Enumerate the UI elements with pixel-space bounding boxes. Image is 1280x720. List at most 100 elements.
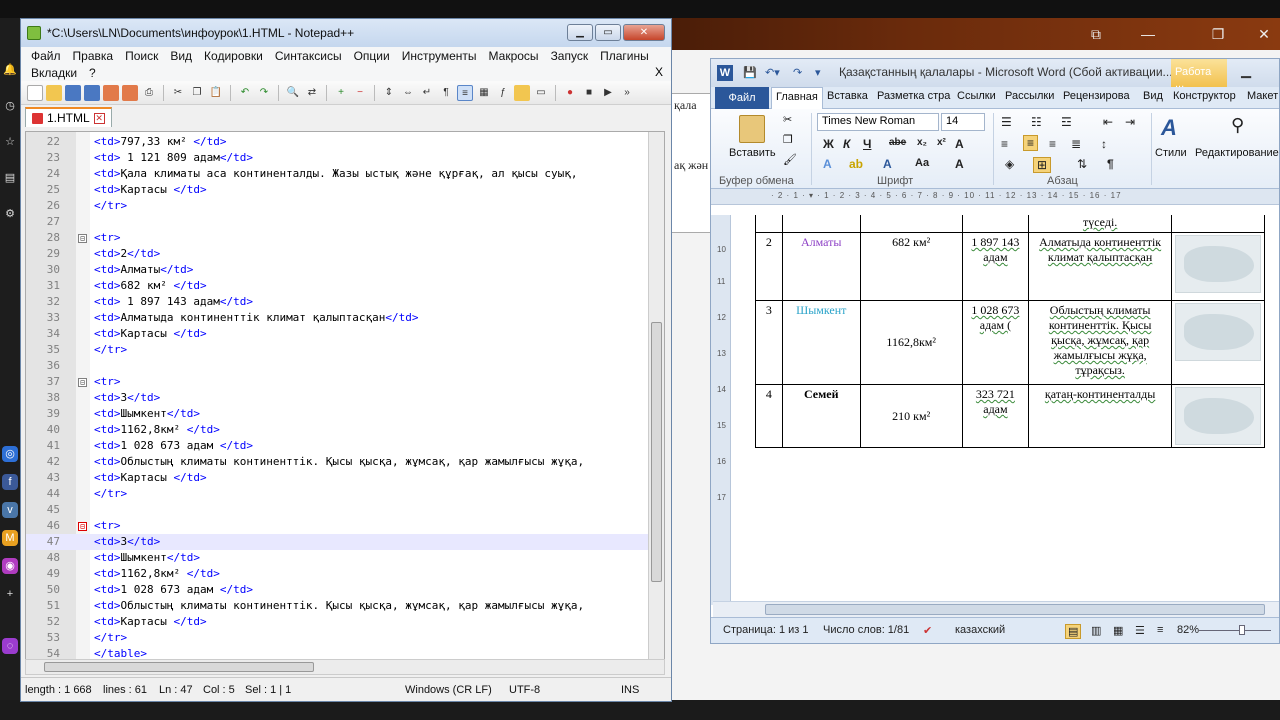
decrease-indent-icon[interactable]: ⇤: [1103, 115, 1113, 129]
close-all-icon[interactable]: [122, 84, 138, 101]
maximize-button[interactable]: ▭: [595, 24, 621, 41]
menu-plugins[interactable]: Плагины: [594, 48, 655, 65]
tab-insert[interactable]: Вставка: [827, 90, 868, 102]
cell-map[interactable]: [1170, 300, 1265, 385]
vertical-ruler[interactable]: 10 11 12 13 14 15 16 17: [711, 215, 731, 605]
code-line[interactable]: 41 <td>1 028 673 адам </td>: [26, 438, 648, 454]
minimize-button[interactable]: ▁: [1241, 63, 1251, 79]
save-icon[interactable]: 💾: [743, 66, 757, 79]
show-marks-icon[interactable]: ¶: [1107, 157, 1114, 171]
styles-icon[interactable]: A: [1161, 115, 1177, 141]
show-symbols-icon[interactable]: ¶: [438, 85, 454, 101]
copy-icon[interactable]: ❐: [189, 85, 205, 101]
code-line[interactable]: 35 </tr>: [26, 342, 648, 358]
justify-icon[interactable]: ≣: [1071, 137, 1081, 151]
context-tab-table-tools[interactable]: Работа ...: [1171, 59, 1227, 90]
tab-home[interactable]: Главная: [771, 87, 823, 110]
code-line[interactable]: 48 <td>Шымкент</td>: [26, 550, 648, 566]
italic-icon[interactable]: К: [843, 137, 850, 151]
font-name-select[interactable]: Times New Roman: [817, 113, 939, 131]
borders-icon[interactable]: ⊞: [1033, 157, 1052, 173]
shading-icon[interactable]: ◈: [1005, 157, 1014, 171]
grow-font-icon[interactable]: A: [955, 137, 964, 151]
code-line[interactable]: 30 <td>Алматы</td>: [26, 262, 648, 278]
close-button[interactable]: ✕: [623, 24, 665, 41]
horizontal-scroll-thumb[interactable]: [765, 604, 1265, 615]
draft-icon[interactable]: ≡: [1157, 624, 1163, 636]
paste-button[interactable]: Вставить: [729, 147, 776, 159]
tab-file[interactable]: Файл: [715, 87, 769, 109]
cell-climate[interactable]: түседі.: [1028, 215, 1172, 233]
menu-macros[interactable]: Макросы: [483, 48, 545, 65]
code-line[interactable]: 29 <td>2</td>: [26, 246, 648, 262]
menu-encoding[interactable]: Кодировки: [198, 48, 269, 65]
save-all-icon[interactable]: [84, 84, 100, 101]
full-screen-reading-icon[interactable]: ▥: [1091, 624, 1101, 637]
menu-help[interactable]: ?: [83, 65, 102, 82]
zoom-level[interactable]: 82%: [1177, 624, 1199, 636]
status-word-count[interactable]: Число слов: 1/81: [823, 624, 909, 636]
bullets-icon[interactable]: ☰: [1001, 115, 1012, 129]
change-case-icon[interactable]: Aa: [915, 157, 929, 169]
code-line[interactable]: 46 ⊟ <tr>: [26, 518, 648, 534]
new-file-icon[interactable]: [27, 84, 43, 101]
format-painter-icon[interactable]: 🖌: [783, 153, 797, 166]
web-layout-icon[interactable]: ▦: [1113, 624, 1123, 637]
cell-city[interactable]: Семей: [781, 384, 861, 448]
font-size-select[interactable]: 14: [941, 113, 985, 131]
code-line[interactable]: 40 <td>1162,8км² </td>: [26, 422, 648, 438]
tab-mailings[interactable]: Рассылки: [1005, 90, 1054, 102]
undo-icon[interactable]: ↶▾: [765, 66, 780, 79]
open-file-icon[interactable]: [46, 84, 62, 101]
cell-city[interactable]: Шымкент: [781, 300, 861, 385]
record-macro-icon[interactable]: ●: [562, 85, 578, 101]
gmail-icon[interactable]: M: [2, 530, 18, 546]
quick-access-dropdown-icon[interactable]: ▾: [815, 66, 821, 79]
code-line[interactable]: 23 <td> 1 121 809 адам</td>: [26, 150, 648, 166]
binoculars-icon[interactable]: ⚲: [1231, 115, 1244, 136]
strikethrough-icon[interactable]: abe: [889, 137, 906, 148]
status-page[interactable]: Страница: 1 из 1: [723, 624, 809, 636]
zoom-in-icon[interactable]: +: [333, 85, 349, 101]
align-center-icon[interactable]: ≡: [1023, 135, 1039, 151]
print-icon[interactable]: ⎙: [141, 85, 157, 101]
editing-button[interactable]: Редактирование: [1195, 147, 1279, 159]
word-document[interactable]: түседі. 2 Алматы 682 км² 1 897 143 адам …: [735, 215, 1265, 605]
code-line[interactable]: 33 <td>Алматыда континенттік климат қалып…: [26, 310, 648, 326]
menu-search[interactable]: Поиск: [119, 48, 164, 65]
code-line[interactable]: 38 <td>3</td>: [26, 390, 648, 406]
tab-review[interactable]: Рецензирова: [1063, 90, 1130, 102]
cell-num[interactable]: [755, 215, 783, 233]
tab-design[interactable]: Конструктор: [1173, 90, 1236, 102]
more-tools-icon[interactable]: »: [619, 85, 635, 101]
close-file-icon[interactable]: [103, 84, 119, 101]
status-eol[interactable]: Windows (CR LF): [405, 684, 492, 696]
cities-table[interactable]: түседі. 2 Алматы 682 км² 1 897 143 адам …: [755, 215, 1265, 448]
clear-format-icon[interactable]: A: [955, 157, 964, 171]
cell-num[interactable]: 3: [755, 300, 783, 385]
instagram-icon[interactable]: ◉: [2, 558, 18, 574]
redo-icon[interactable]: ↷: [256, 85, 272, 101]
menu-tabs[interactable]: Вкладки: [25, 65, 83, 82]
fold-toggle-icon[interactable]: ⊟: [78, 378, 87, 387]
add-icon[interactable]: +: [2, 586, 18, 602]
zoom-slider-knob[interactable]: [1239, 625, 1245, 635]
code-editor[interactable]: 22 <td>797,33 км² </td> 23 <td> 1 121 809 а…: [25, 131, 665, 661]
cell-population[interactable]: 1 028 673 адам (: [961, 300, 1030, 385]
cell-area[interactable]: 682 км²: [859, 232, 963, 301]
code-line[interactable]: 42 <td>Облыстың климаты континенттік. Қыс…: [26, 454, 648, 470]
close-icon[interactable]: ✕: [1254, 24, 1274, 44]
play-macro-icon[interactable]: ▶: [600, 85, 616, 101]
cell-population[interactable]: 323 721 адам: [961, 384, 1030, 448]
status-insert-mode[interactable]: INS: [621, 684, 639, 696]
code-line[interactable]: 32 <td> 1 897 143 адам</td>: [26, 294, 648, 310]
word-wrap-icon[interactable]: ↵: [419, 85, 435, 101]
tab-page-layout[interactable]: Разметка стра: [877, 90, 950, 102]
tab-1-html[interactable]: 1.HTML ✕: [25, 107, 112, 127]
menu-run[interactable]: Запуск: [545, 48, 595, 65]
line-spacing-icon[interactable]: ↕: [1101, 137, 1107, 151]
code-line[interactable]: 45: [26, 502, 648, 518]
facebook-icon[interactable]: f: [2, 474, 18, 490]
code-line[interactable]: 26 </tr>: [26, 198, 648, 214]
code-line[interactable]: 27: [26, 214, 648, 230]
